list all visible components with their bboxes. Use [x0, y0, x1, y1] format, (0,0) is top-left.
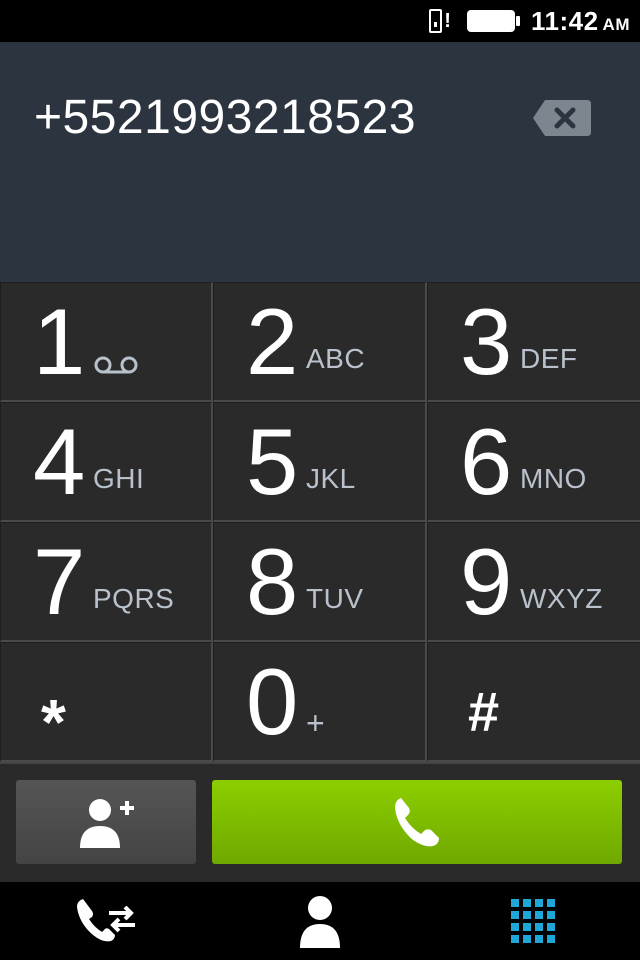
key-star[interactable]: * — [0, 642, 213, 762]
keypad: 1 2 ABC 3 DEF 4 GHI 5 JKL 6 MNO 7 PQRS 8… — [0, 282, 640, 762]
number-display: +5521993218523 — [0, 42, 640, 282]
key-letters: WXYZ — [520, 583, 603, 614]
key-digit: 4 — [33, 409, 86, 514]
key-letters: GHI — [93, 463, 145, 494]
tab-call-log[interactable] — [0, 882, 213, 960]
key-letters: DEF — [520, 343, 578, 374]
keypad-icon — [511, 899, 556, 943]
key-letters: TUV — [306, 583, 364, 614]
phone-icon — [395, 798, 439, 847]
key-7[interactable]: 7 PQRS — [0, 522, 213, 642]
key-letters: + — [306, 705, 326, 741]
battery-icon — [466, 10, 520, 32]
key-digit: 2 — [246, 289, 299, 394]
clock-time: 11:42 — [530, 5, 599, 36]
key-letters: ABC — [306, 343, 366, 374]
key-hash[interactable]: # — [427, 642, 640, 762]
key-letters: MNO — [520, 463, 587, 494]
key-9[interactable]: 9 WXYZ — [427, 522, 640, 642]
key-8[interactable]: 8 TUV — [213, 522, 427, 642]
contacts-icon — [299, 896, 340, 948]
key-2[interactable]: 2 ABC — [213, 282, 427, 402]
add-contact-icon — [80, 799, 134, 848]
key-letters: PQRS — [93, 583, 175, 614]
call-log-icon — [76, 899, 135, 942]
key-symbol: # — [468, 680, 500, 743]
bottom-nav — [0, 882, 640, 960]
clock-ampm: AM — [602, 14, 630, 34]
voicemail-icon — [94, 356, 138, 374]
key-3[interactable]: 3 DEF — [427, 282, 640, 402]
backspace-icon — [533, 100, 591, 136]
tab-keypad[interactable] — [427, 882, 640, 960]
key-0[interactable]: 0 + — [213, 642, 427, 762]
clock: 11:42 AM — [531, 6, 630, 37]
backspace-button[interactable] — [531, 98, 593, 138]
sim-warning-icon: ! — [428, 7, 451, 35]
key-digit: 8 — [246, 529, 299, 634]
key-digit: 3 — [460, 289, 513, 394]
key-1[interactable]: 1 — [0, 282, 213, 402]
key-digit: 9 — [460, 529, 513, 634]
add-contact-button[interactable] — [16, 780, 196, 864]
key-5[interactable]: 5 JKL — [213, 402, 427, 522]
key-digit: 7 — [33, 529, 86, 634]
status-bar: ! 11:42 AM — [0, 0, 640, 42]
action-bar — [0, 762, 640, 882]
key-symbol: * — [41, 686, 66, 758]
key-digit: 1 — [33, 289, 86, 394]
key-6[interactable]: 6 MNO — [427, 402, 640, 522]
key-digit: 5 — [246, 409, 299, 514]
call-button[interactable] — [212, 780, 622, 864]
key-4[interactable]: 4 GHI — [0, 402, 213, 522]
key-digit: 6 — [460, 409, 513, 514]
key-letters: JKL — [306, 463, 356, 494]
dialed-number[interactable]: +5521993218523 — [34, 90, 416, 145]
tab-contacts[interactable] — [213, 882, 426, 960]
key-digit: 0 — [246, 649, 299, 754]
